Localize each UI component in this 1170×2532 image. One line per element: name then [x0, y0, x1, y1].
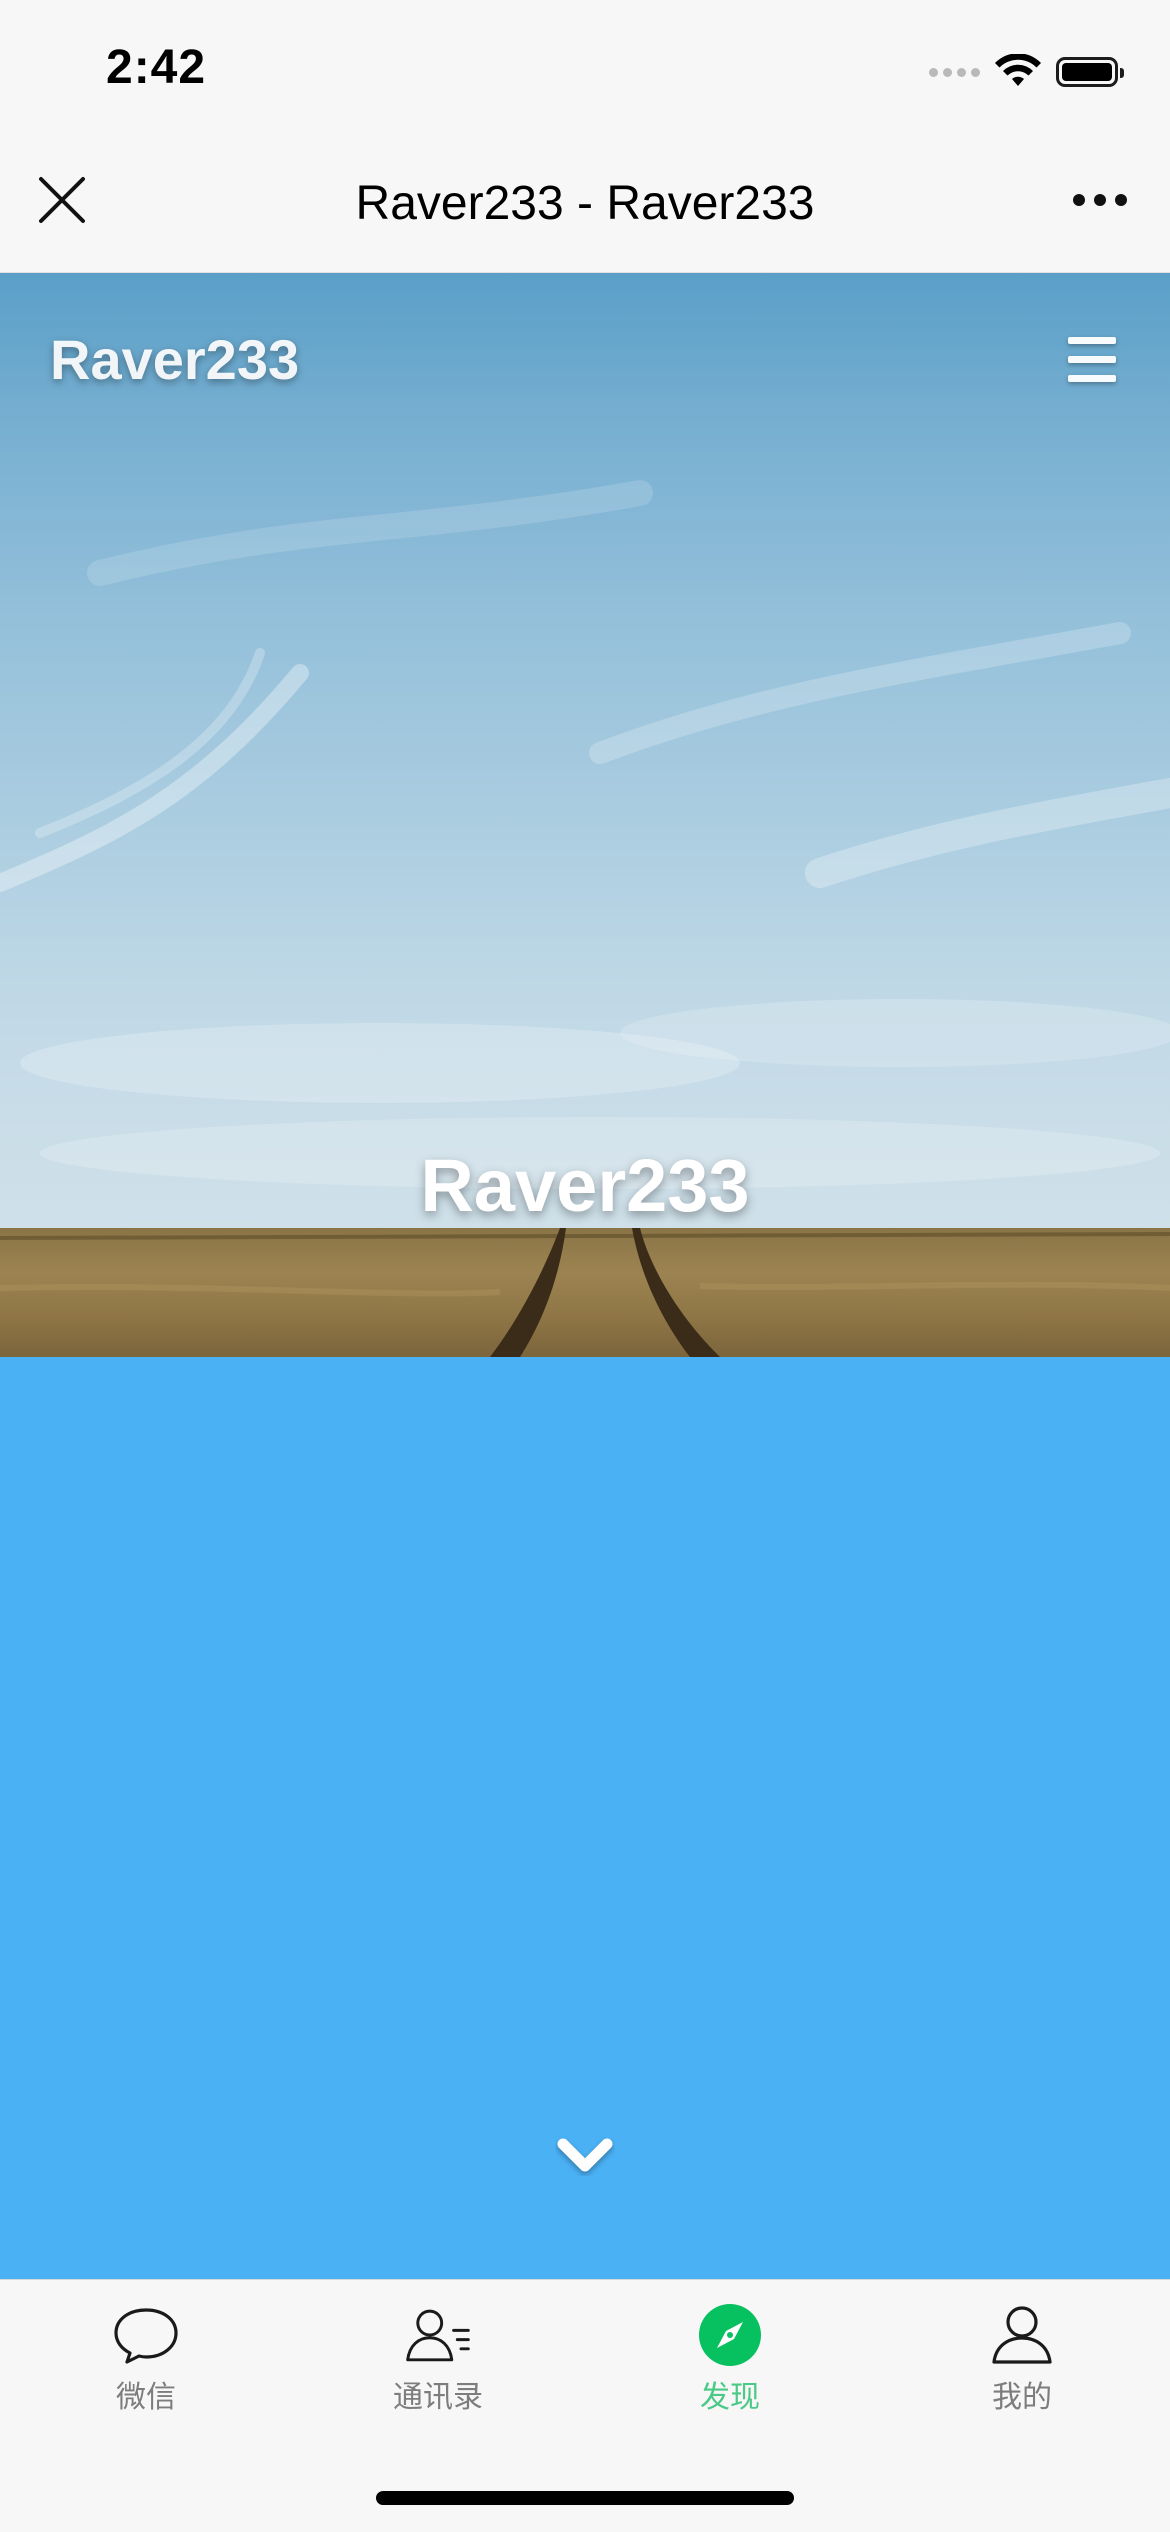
person-icon [988, 2302, 1056, 2368]
hero-banner: Raver233 Raver233 [0, 273, 1170, 1357]
close-icon [39, 177, 85, 223]
sky-clouds-image [0, 480, 1170, 1189]
wifi-icon [995, 54, 1041, 86]
nav-bar: Raver233 - Raver233 [0, 140, 1170, 273]
tab-discover[interactable]: 发现 [610, 2302, 850, 2416]
page-title: Raver233 - Raver233 [355, 177, 815, 230]
cellular-signal-icon [929, 67, 980, 77]
field-tracks [0, 1228, 1170, 1357]
site-brand-link[interactable]: Raver233 [50, 327, 299, 392]
status-time: 2:42 [106, 41, 207, 94]
status-bar: 2:42 [0, 0, 1170, 140]
battery-icon [1056, 57, 1124, 87]
tab-contacts[interactable]: 通讯录 [318, 2302, 558, 2416]
hamburger-menu-icon[interactable] [1064, 335, 1120, 385]
web-content[interactable]: Raver233 Raver233 [0, 273, 1170, 2279]
tab-label: 通讯录 [393, 2381, 483, 2414]
status-indicators [929, 52, 1124, 92]
tab-me[interactable]: 我的 [902, 2302, 1142, 2416]
more-button[interactable] [1060, 168, 1140, 232]
close-button[interactable] [30, 168, 94, 232]
hero-title: Raver233 [420, 1144, 750, 1227]
chevron-down-icon [557, 2138, 613, 2172]
tab-chats[interactable]: 微信 [26, 2302, 266, 2416]
tab-label: 我的 [992, 2381, 1052, 2414]
more-horizontal-icon [1073, 194, 1127, 206]
scroll-down-button[interactable] [550, 2131, 620, 2181]
home-indicator[interactable] [376, 2491, 794, 2505]
tab-label: 微信 [116, 2381, 176, 2414]
tab-label: 发现 [700, 2381, 760, 2414]
compass-icon [696, 2302, 764, 2368]
contacts-icon [404, 2302, 472, 2368]
chat-bubble-icon [112, 2302, 180, 2368]
